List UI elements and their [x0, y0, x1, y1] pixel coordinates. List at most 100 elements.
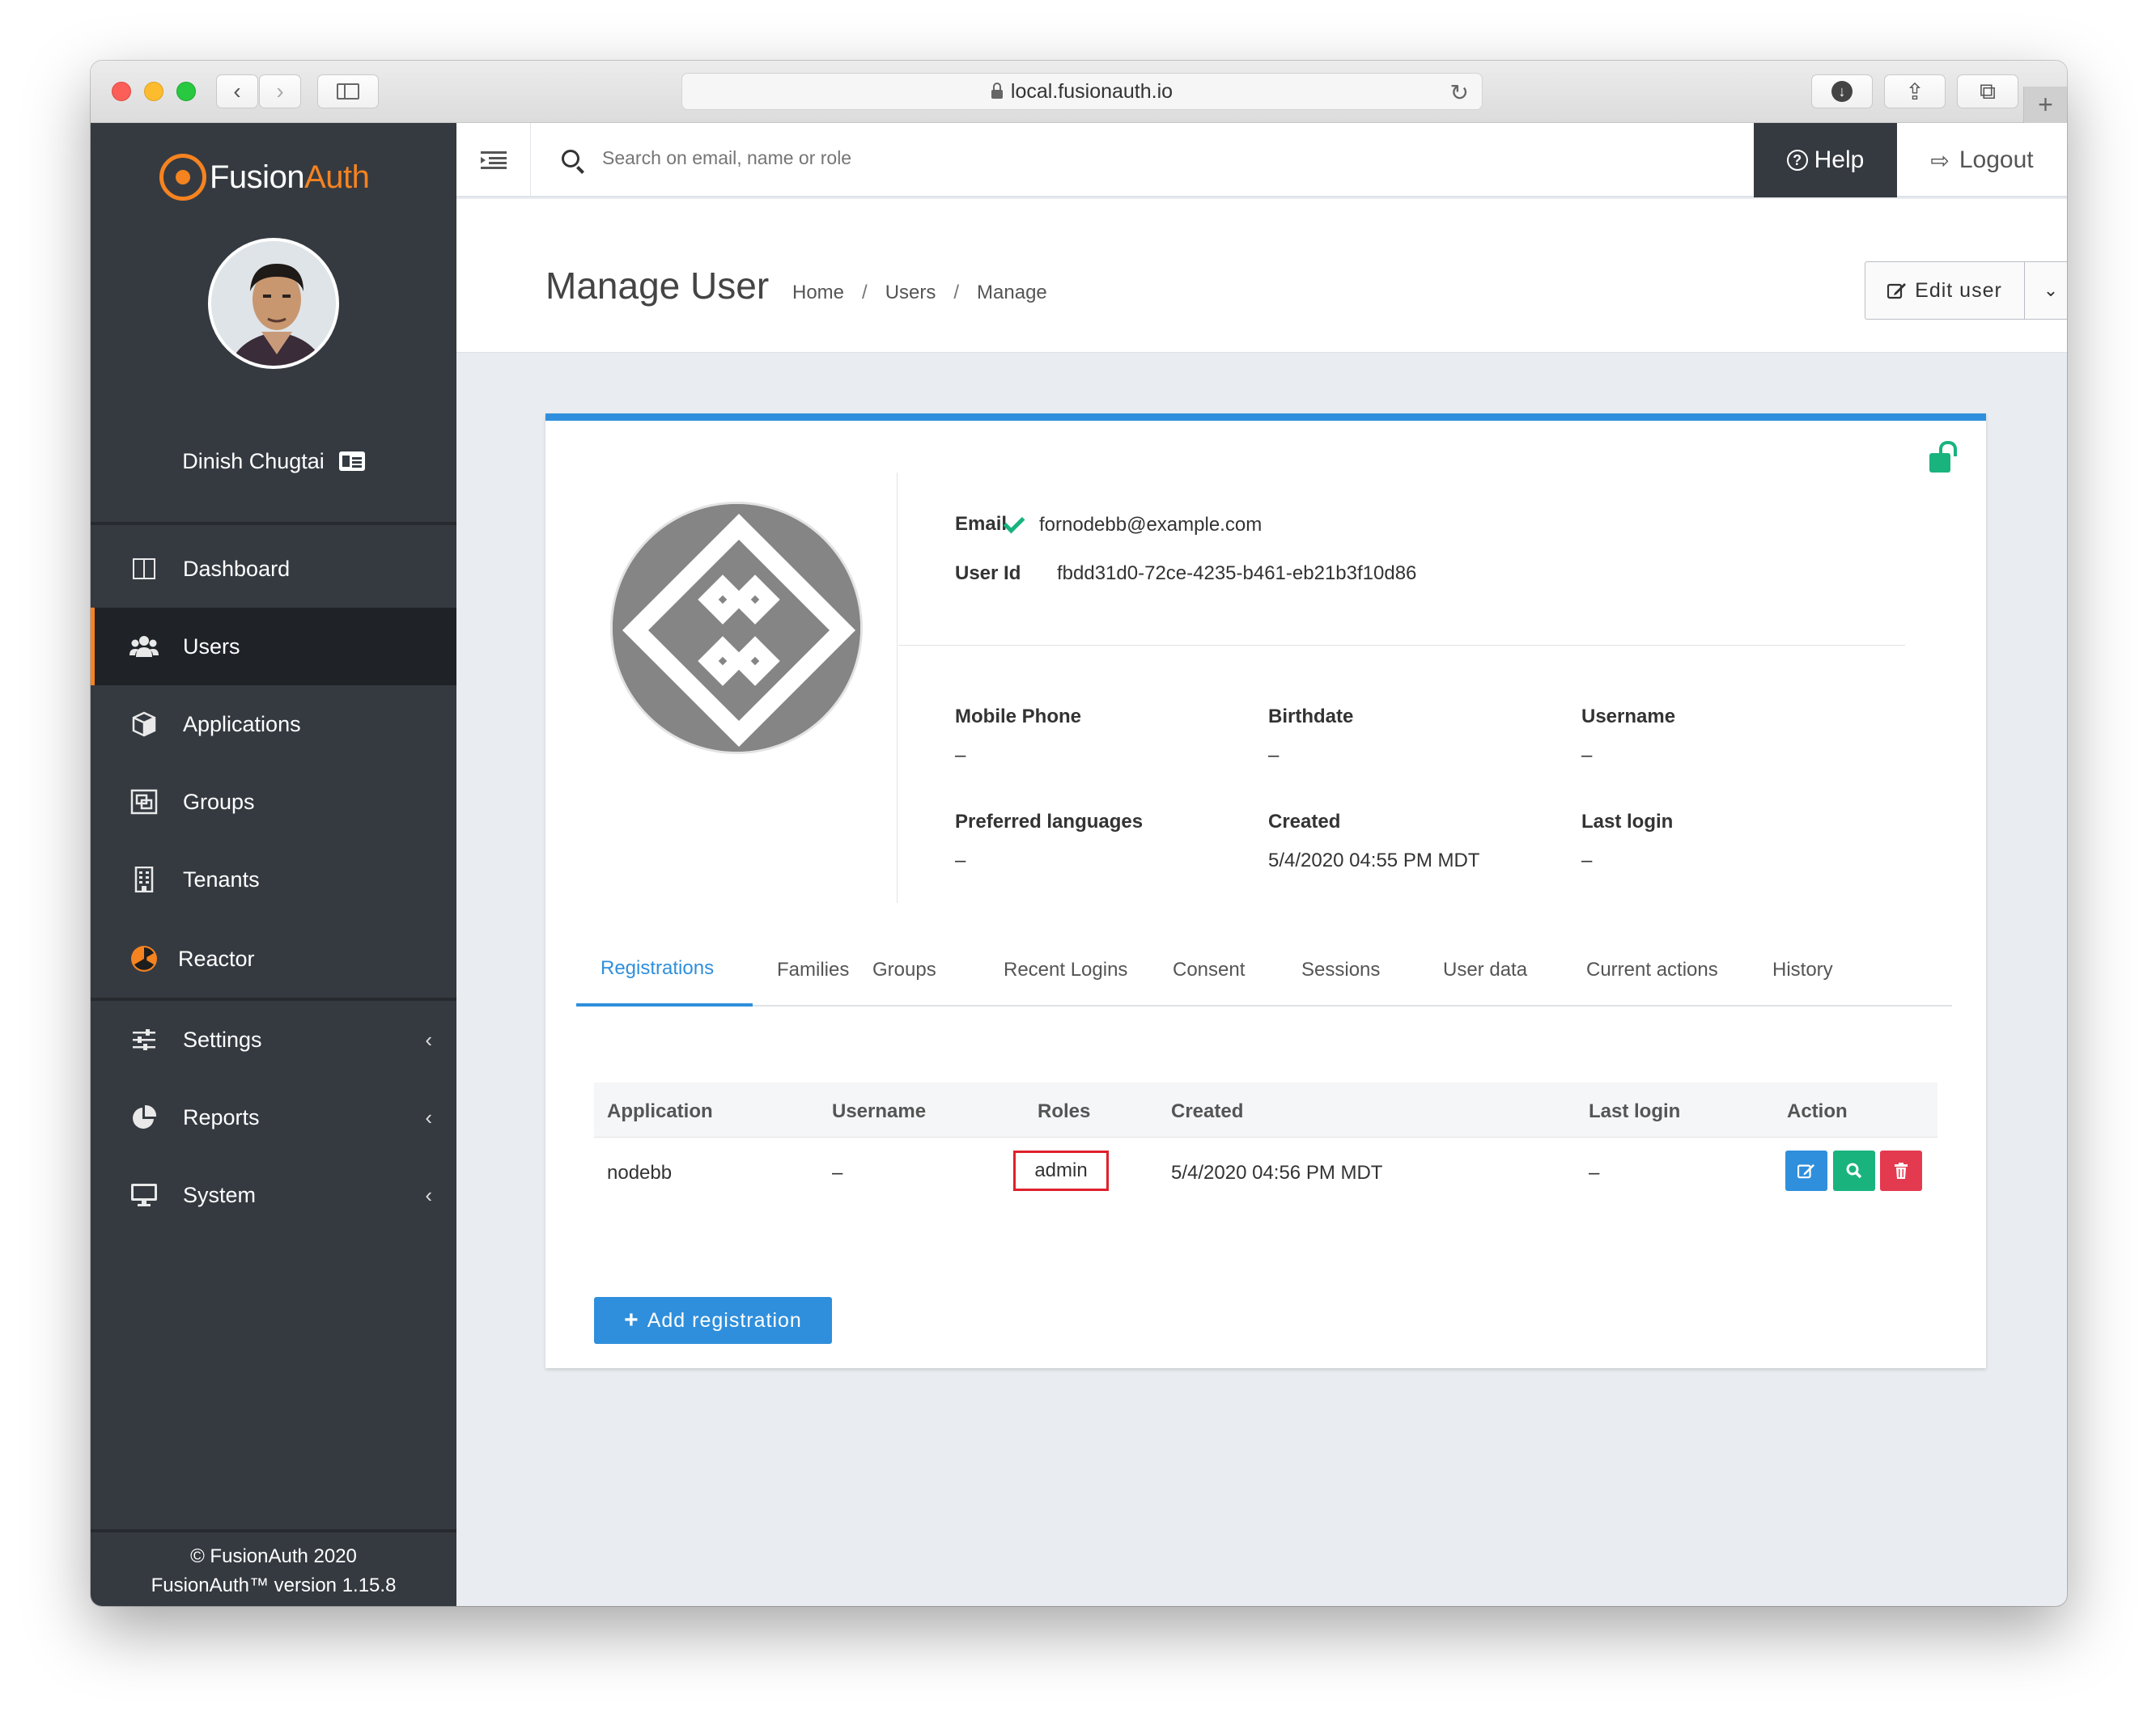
users-icon: [129, 632, 159, 661]
cube-icon: [129, 710, 159, 739]
forward-button[interactable]: ›: [259, 74, 301, 108]
plus-icon: +: [624, 1307, 639, 1333]
user-tabs: Registrations Families Groups Recent Log…: [576, 950, 1952, 1007]
sidebar-item-tenants[interactable]: Tenants: [91, 841, 456, 918]
search-box: [562, 147, 1169, 169]
tab-history[interactable]: History: [1772, 950, 1833, 1007]
share-icon: ⇪: [1905, 78, 1925, 104]
breadcrumb-home[interactable]: Home: [792, 282, 844, 304]
edit-icon: [1887, 283, 1907, 299]
tabs-button[interactable]: ⧉: [1957, 74, 2018, 108]
delete-registration-button[interactable]: [1880, 1151, 1922, 1191]
registration-username: –: [832, 1162, 843, 1184]
sidebar-item-dashboard[interactable]: Dashboard: [91, 530, 456, 608]
registration-created: 5/4/2020 04:56 PM MDT: [1171, 1162, 1383, 1184]
lock-icon: [991, 82, 1003, 99]
user-identicon: [610, 502, 863, 754]
tab-user-data[interactable]: User data: [1443, 950, 1527, 1007]
logout-button[interactable]: ⇨ Logout: [1897, 123, 2067, 197]
registration-application: nodebb: [607, 1162, 673, 1184]
close-window-button[interactable]: [112, 82, 131, 101]
sidebar-item-reports[interactable]: Reports ‹: [91, 1079, 456, 1156]
breadcrumb-users[interactable]: Users: [885, 282, 936, 304]
sidebar-item-settings[interactable]: Settings ‹: [91, 1001, 456, 1079]
tab-consent[interactable]: Consent: [1173, 950, 1245, 1007]
tab-groups[interactable]: Groups: [872, 950, 936, 1007]
user-details-card: Email fornodebb@example.com User Id fbdd…: [545, 413, 1986, 1368]
reload-icon[interactable]: ↻: [1450, 79, 1469, 106]
address-bar[interactable]: local.fusionauth.io ↻: [681, 73, 1483, 110]
breadcrumb: Home / Users / Manage: [792, 282, 1047, 304]
share-button[interactable]: ⇪: [1884, 74, 1946, 108]
downloads-button[interactable]: ↓: [1811, 74, 1873, 108]
username-label: Username: [1581, 706, 1676, 727]
sidebar-divider: [91, 522, 456, 525]
page-header: Manage User Home / Users / Manage Edit u…: [456, 199, 2067, 353]
preferred-languages-label: Preferred languages: [955, 811, 1144, 833]
last-login-label: Last login: [1581, 811, 1674, 833]
tabs-icon: ⧉: [1980, 78, 1996, 104]
sidebar-item-system[interactable]: System ‹: [91, 1156, 456, 1234]
search-icon: [1846, 1163, 1862, 1179]
edit-user-dropdown-button[interactable]: ⌄: [2025, 262, 2067, 319]
question-circle-icon: ?: [1786, 150, 1808, 171]
username-value: –: [1581, 744, 1593, 766]
edit-registration-button[interactable]: [1785, 1151, 1827, 1191]
minimize-window-button[interactable]: [144, 82, 163, 101]
search-icon: [562, 149, 579, 167]
sidebar-item-applications[interactable]: Applications: [91, 685, 456, 763]
view-registration-button[interactable]: [1833, 1151, 1875, 1191]
edit-user-button[interactable]: Edit user: [1865, 262, 2025, 319]
unlock-icon[interactable]: [1929, 453, 1950, 473]
tab-registrations[interactable]: Registrations: [576, 950, 753, 1007]
top-bar: ? Help ⇨ Logout: [456, 123, 2067, 197]
edit-user-button-group: Edit user ⌄: [1865, 261, 2067, 320]
download-icon: ↓: [1831, 81, 1853, 102]
groups-icon: [129, 787, 159, 816]
email-label: Email: [955, 513, 1008, 535]
chevron-right-icon: ›: [276, 78, 284, 104]
preferred-languages-value: –: [955, 850, 966, 871]
tab-families[interactable]: Families: [777, 950, 849, 1007]
url-text: local.fusionauth.io: [1010, 79, 1173, 103]
email-value: fornodebb@example.com: [1003, 511, 1262, 536]
sidebar-item-groups[interactable]: Groups: [91, 763, 456, 841]
sidebar-item-reactor[interactable]: Reactor: [91, 920, 456, 998]
search-input[interactable]: [602, 147, 1169, 169]
birthdate-value: –: [1268, 744, 1280, 766]
last-login-value: –: [1581, 850, 1593, 871]
tab-current-actions[interactable]: Current actions: [1586, 950, 1718, 1007]
sidebar-footer: © FusionAuth 2020 FusionAuth™ version 1.…: [91, 1529, 456, 1606]
sidebar: Fusion Auth Dinish Chugtai Dashboard Use…: [91, 123, 456, 1606]
building-icon: [129, 865, 159, 894]
monitor-icon: [129, 1180, 159, 1210]
id-card-icon[interactable]: [338, 451, 365, 471]
add-registration-button[interactable]: + Add registration: [594, 1297, 832, 1344]
tab-recent-logins[interactable]: Recent Logins: [1004, 950, 1127, 1007]
menu-toggle-button[interactable]: [456, 123, 531, 197]
back-button[interactable]: ‹: [216, 74, 258, 108]
tab-sessions[interactable]: Sessions: [1301, 950, 1380, 1007]
user-avatar: [208, 238, 339, 369]
fusionauth-logo[interactable]: Fusion Auth: [159, 154, 370, 201]
breadcrumb-manage: Manage: [977, 282, 1047, 303]
trash-icon: [1895, 1163, 1908, 1179]
chevron-left-icon: ‹: [425, 1104, 432, 1130]
user-id-label: User Id: [955, 562, 1021, 584]
sidebar-user-name: Dinish Chugtai: [91, 449, 456, 474]
plus-icon: +: [2038, 90, 2053, 119]
created-label: Created: [1268, 811, 1341, 833]
sidebar-item-users[interactable]: Users: [91, 608, 456, 685]
new-tab-button[interactable]: +: [2023, 87, 2067, 123]
radiation-icon: [129, 944, 159, 973]
chevron-down-icon: ⌄: [2043, 280, 2059, 300]
registration-role: admin: [1013, 1151, 1109, 1191]
help-button[interactable]: ? Help: [1754, 123, 1897, 197]
indent-icon: [480, 151, 507, 169]
pie-chart-icon: [129, 1103, 159, 1132]
zoom-window-button[interactable]: [176, 82, 196, 101]
mobile-phone-value: –: [955, 744, 966, 766]
table-header: Application Username Roles Created Last …: [594, 1083, 1937, 1138]
sidebar-icon: [337, 83, 359, 100]
sidebar-toggle-button[interactable]: [317, 74, 379, 108]
